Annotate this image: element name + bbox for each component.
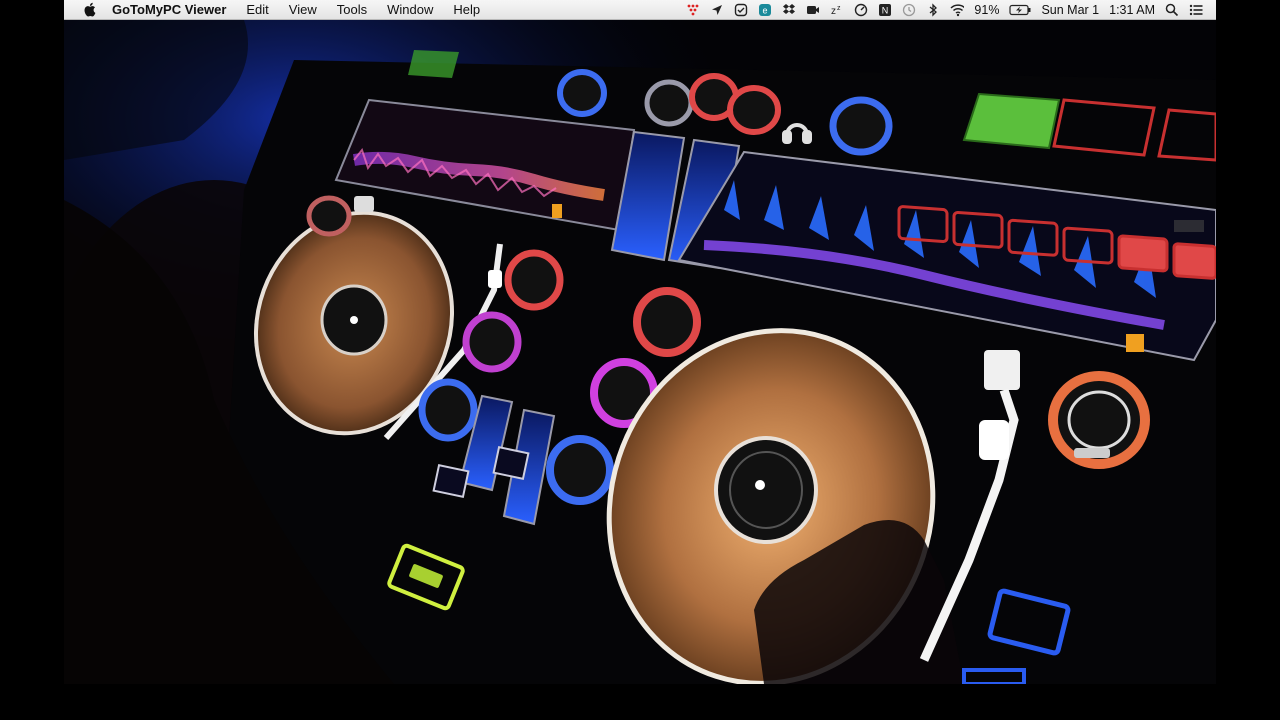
list-icon[interactable] bbox=[1189, 3, 1203, 17]
menu-view[interactable]: View bbox=[279, 0, 327, 20]
menu-tools[interactable]: Tools bbox=[327, 0, 377, 20]
letterbox-bottom bbox=[0, 684, 1280, 720]
left-mini-button[interactable] bbox=[354, 196, 374, 212]
app-menu[interactable]: GoToMyPC Viewer bbox=[112, 0, 236, 20]
checkbox-icon[interactable] bbox=[734, 3, 748, 17]
menu-edit[interactable]: Edit bbox=[236, 0, 278, 20]
menu-window[interactable]: Window bbox=[377, 0, 443, 20]
n-box-icon[interactable]: N bbox=[878, 3, 892, 17]
menubar-date[interactable]: Sun Mar 1 bbox=[1036, 3, 1104, 17]
svg-text:z: z bbox=[831, 6, 836, 17]
bluetooth-icon[interactable] bbox=[926, 2, 940, 17]
e-circle-icon[interactable]: e bbox=[758, 3, 772, 17]
battery-icon[interactable] bbox=[1009, 3, 1031, 17]
svg-text:z: z bbox=[837, 5, 841, 12]
battery-percentage: 91% bbox=[974, 2, 1000, 17]
speedometer-icon[interactable] bbox=[854, 3, 868, 17]
mac-menu-bar: GoToMyPC Viewer Edit View Tools Window H… bbox=[64, 0, 1216, 20]
location-arrow-icon[interactable] bbox=[710, 3, 724, 17]
right-green-pad[interactable] bbox=[962, 92, 1061, 150]
sleep-z-icon[interactable]: zz bbox=[830, 3, 844, 17]
svg-text:N: N bbox=[882, 5, 889, 15]
search-icon[interactable] bbox=[1165, 3, 1179, 17]
menu-help[interactable]: Help bbox=[443, 0, 490, 20]
left-green-pad[interactable] bbox=[408, 50, 459, 78]
camera-icon[interactable] bbox=[806, 3, 820, 17]
wifi-icon[interactable] bbox=[950, 3, 965, 17]
record-dots-icon[interactable] bbox=[686, 3, 700, 17]
svg-text:e: e bbox=[763, 5, 768, 15]
menubar-time[interactable]: 1:31 AM bbox=[1104, 3, 1160, 17]
dj-controller-video-frame bbox=[64, 20, 1216, 684]
left-small-knob[interactable] bbox=[306, 195, 352, 237]
apple-logo-icon[interactable] bbox=[80, 1, 98, 19]
remote-screen-viewer[interactable] bbox=[64, 20, 1216, 684]
time-machine-icon[interactable] bbox=[902, 3, 916, 17]
dropbox-icon[interactable] bbox=[782, 3, 796, 17]
